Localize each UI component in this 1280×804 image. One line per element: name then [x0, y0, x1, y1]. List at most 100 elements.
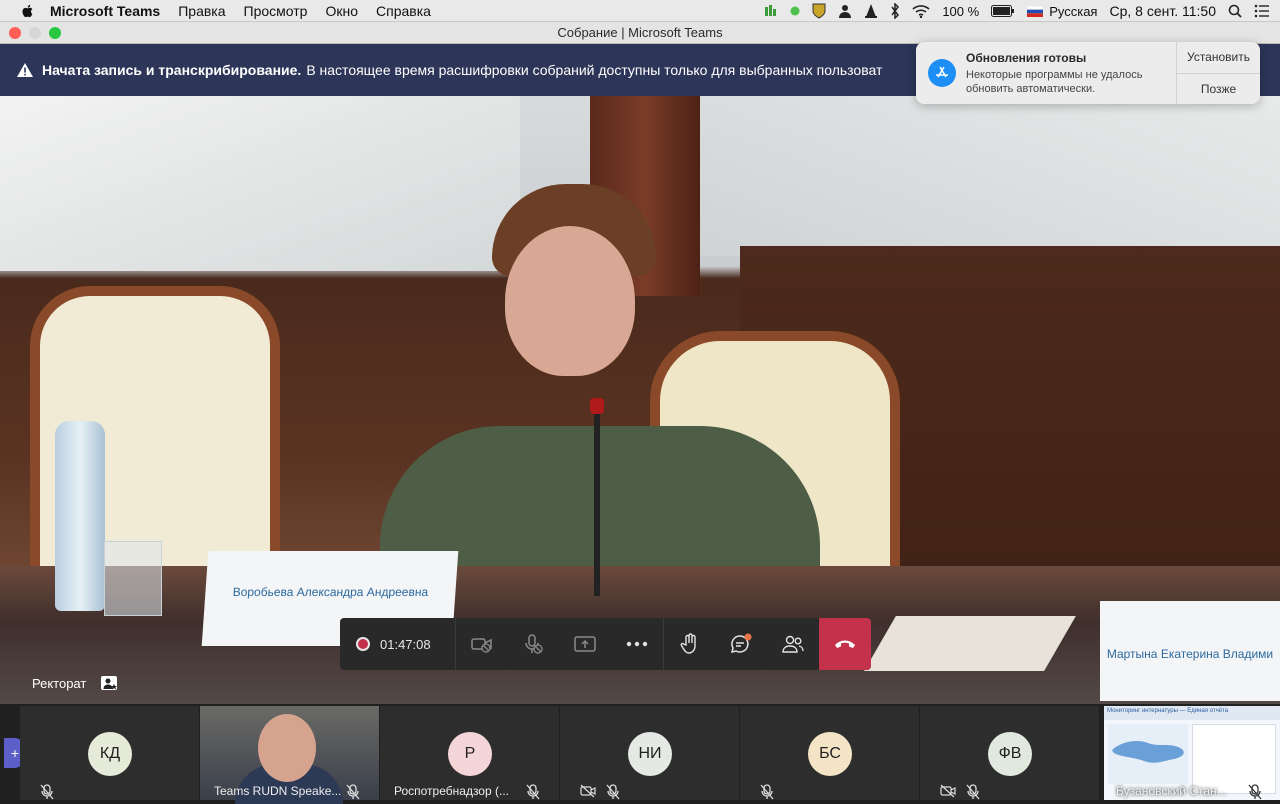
participant-video-head: [258, 714, 316, 782]
stage-name: Ректорат: [32, 675, 87, 691]
warning-icon: [17, 63, 33, 77]
chat-icon: [731, 633, 752, 654]
raise-hand-icon: [680, 633, 696, 654]
vlc-cone-icon[interactable]: [864, 3, 878, 19]
participant-avatar: КД: [88, 732, 132, 776]
stats-icon[interactable]: [764, 4, 778, 18]
window-titlebar: Собрание | Microsoft Teams: [0, 22, 1280, 44]
camera-off-icon: [940, 784, 956, 798]
participant-avatar: НИ: [628, 732, 672, 776]
microphone-head: [590, 398, 604, 414]
participants-icon: [782, 635, 804, 653]
participant-name: Teams RUDN Speake...: [214, 784, 342, 798]
tile-icons: [40, 784, 64, 800]
battery-icon[interactable]: [991, 5, 1015, 17]
app-store-icon: [928, 59, 956, 87]
participant-avatar: Р: [448, 732, 492, 776]
main-video-stage[interactable]: Воробьева Александра Андреевна Мартына Е…: [0, 96, 1280, 704]
share-screen-button[interactable]: [559, 618, 611, 670]
menu-help[interactable]: Справка: [376, 3, 431, 19]
menu-app-name[interactable]: Microsoft Teams: [50, 3, 160, 19]
menu-window[interactable]: Окно: [325, 3, 358, 19]
mic-muted-icon: [1248, 784, 1262, 800]
leave-call-button[interactable]: [819, 618, 871, 670]
wifi-icon[interactable]: [912, 4, 930, 18]
share-screen-icon: [574, 636, 596, 652]
raise-hand-button[interactable]: [664, 618, 716, 670]
participant-video-tile[interactable]: Teams RUDN Speake...: [200, 706, 379, 804]
tile-icons: [760, 784, 784, 800]
install-button[interactable]: Установить: [1177, 42, 1260, 73]
notification-center-icon[interactable]: [1254, 4, 1270, 18]
microphone-stand: [594, 406, 600, 596]
notification-body: Некоторые программы не удалось обновить …: [966, 69, 1143, 95]
status-dot-icon[interactable]: [790, 6, 800, 16]
mic-muted-icon: [346, 784, 360, 800]
folder-on-table: [864, 616, 1076, 671]
nameplate-right: Мартына Екатерина Владими: [1100, 601, 1280, 701]
camera-toggle-button[interactable]: [456, 618, 508, 670]
hang-up-icon: [835, 640, 856, 648]
chat-button[interactable]: [716, 618, 768, 670]
mic-muted-icon: [40, 784, 54, 800]
participant-tile[interactable]: НИ: [560, 706, 739, 800]
menu-edit[interactable]: Правка: [178, 3, 225, 19]
water-glass: [104, 541, 162, 616]
speaker-head: [505, 226, 635, 376]
pinned-presenter-icon[interactable]: [100, 675, 118, 691]
more-dots-icon: [626, 641, 648, 647]
participant-tile[interactable]: БС: [740, 706, 919, 800]
spotlight-search-icon[interactable]: [1228, 4, 1242, 18]
participant-name: Роспотребнадзор (...: [394, 784, 509, 798]
participant-avatar: БС: [808, 732, 852, 776]
notification-actions: Установить Позже: [1176, 42, 1260, 104]
menubar-clock[interactable]: Ср, 8 сент. 11:50: [1109, 3, 1216, 19]
later-button[interactable]: Позже: [1177, 72, 1260, 105]
notification-title: Обновления готовы: [966, 51, 1087, 65]
input-language[interactable]: Русская: [1027, 4, 1097, 19]
menu-view[interactable]: Просмотр: [244, 3, 308, 19]
participants-button[interactable]: [767, 618, 819, 670]
stage-participant-label: Ректорат: [32, 675, 118, 691]
tile-icons: [940, 784, 990, 800]
bluetooth-icon[interactable]: [890, 3, 900, 19]
participant-tile[interactable]: ФВ: [920, 706, 1099, 800]
mic-muted-icon: [606, 784, 620, 800]
more-actions-button[interactable]: [611, 618, 663, 670]
water-bottle: [55, 421, 105, 611]
russian-flag-icon: [1027, 5, 1044, 17]
shield-icon[interactable]: [812, 3, 826, 19]
wall-right: [700, 96, 1280, 256]
tile-icons: [580, 784, 630, 800]
update-notification[interactable]: Обновления готовы Некоторые программы не…: [916, 42, 1260, 104]
battery-percent: 100 %: [942, 3, 980, 19]
participant-tile[interactable]: КД: [20, 706, 199, 800]
wall-left: [0, 96, 520, 271]
screen-share-header: Мониторинг интернатуры — Единая отчёта: [1104, 706, 1280, 720]
window-controls: [9, 27, 69, 39]
minimize-window-button[interactable]: [29, 27, 41, 39]
menubar-status-area: 100 % Русская Ср, 8 сент. 11:50: [752, 0, 1270, 22]
recording-timer[interactable]: 01:47:08: [340, 637, 455, 652]
mic-toggle-button[interactable]: [507, 618, 559, 670]
participant-name: Бузановский Стан...: [1116, 784, 1227, 798]
screen-share-tile[interactable]: Мониторинг интернатуры — Единая отчёта Б…: [1104, 706, 1280, 800]
notification-content: Обновления готовы Некоторые программы не…: [966, 42, 1176, 104]
banner-text: В настоящее время расшифровки собраний д…: [306, 62, 883, 78]
mic-muted-icon: [760, 784, 774, 800]
apple-icon[interactable]: [20, 3, 36, 19]
zoom-window-button[interactable]: [49, 27, 61, 39]
window-title: Собрание | Microsoft Teams: [557, 25, 723, 40]
language-label: Русская: [1049, 3, 1098, 19]
person-icon[interactable]: [838, 4, 852, 18]
close-window-button[interactable]: [9, 27, 21, 39]
participant-tile[interactable]: Р Роспотребнадзор (...: [380, 706, 559, 800]
meeting-controls-bar: 01:47:08: [340, 618, 871, 670]
meeting-timer: 01:47:08: [380, 636, 431, 652]
mic-muted-icon: [966, 784, 980, 800]
camera-off-icon: [470, 638, 492, 653]
record-dot-icon: [356, 637, 370, 651]
mac-menubar: Microsoft Teams Правка Просмотр Окно Спр…: [0, 0, 1280, 22]
camera-off-icon: [580, 784, 596, 798]
screen-share-map: [1108, 724, 1188, 784]
